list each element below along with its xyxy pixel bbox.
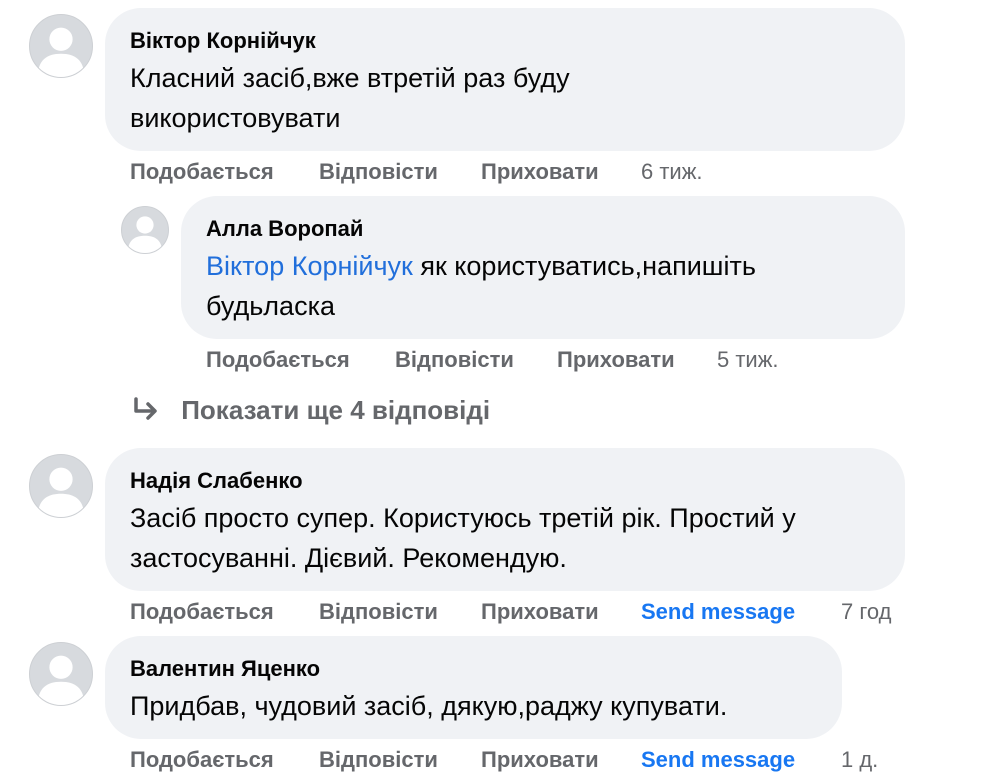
avatar[interactable] [121,206,169,254]
comment-text: Віктор Корнійчук як користуватись,напиші… [206,246,876,326]
send-message-button[interactable]: Send message [641,747,795,773]
comment-author[interactable]: Алла Воропай [206,216,363,242]
comment-timestamp[interactable]: 7 год [841,599,891,625]
like-button[interactable]: Подобається [206,347,350,373]
like-button[interactable]: Подобається [130,747,274,773]
comment-author[interactable]: Валентин Яценко [130,656,320,682]
hide-button[interactable]: Приховати [481,599,599,625]
default-profile-silhouette-icon [37,467,85,517]
reply-arrow-icon [132,395,167,425]
comment-actions: Подобається Відповісти Приховати 5 тиж. [206,347,856,373]
comment-text: Придбав, чудовий засіб, дякую,раджу купу… [130,691,728,721]
reply-button[interactable]: Відповісти [395,347,514,373]
comment-timestamp[interactable]: 1 д. [841,747,878,773]
mention-link[interactable]: Віктор Корнійчук [206,251,413,281]
comment-text: Засіб просто супер. Користуюсь третій рі… [130,503,796,573]
default-profile-silhouette-icon [37,27,85,77]
comment-author[interactable]: Надія Слабенко [130,468,303,494]
hide-button[interactable]: Приховати [481,747,599,773]
show-more-replies-label: Показати ще 4 відповіді [181,395,491,425]
comment-timestamp[interactable]: 5 тиж. [717,347,779,373]
show-more-replies-link[interactable]: Показати ще 4 відповіді [132,395,490,426]
comment-actions: Подобається Відповісти Приховати Send me… [130,747,930,773]
default-profile-silhouette-icon [37,655,85,705]
comment-timestamp[interactable]: 6 тиж. [641,159,703,185]
comment-actions: Подобається Відповісти Приховати Send me… [130,599,930,625]
default-profile-silhouette-icon [127,216,163,253]
reply-button[interactable]: Відповісти [319,159,438,185]
avatar[interactable] [29,642,93,706]
comment-author[interactable]: Віктор Корнійчук [130,28,316,54]
send-message-button[interactable]: Send message [641,599,795,625]
comment-actions: Подобається Відповісти Приховати 6 тиж. [130,159,830,185]
reply-button[interactable]: Відповісти [319,747,438,773]
like-button[interactable]: Подобається [130,599,274,625]
comment-text: Класний засіб,вже втретій раз буду викор… [130,63,570,133]
avatar[interactable] [29,454,93,518]
like-button[interactable]: Подобається [130,159,274,185]
hide-button[interactable]: Приховати [557,347,675,373]
hide-button[interactable]: Приховати [481,159,599,185]
reply-button[interactable]: Відповісти [319,599,438,625]
avatar[interactable] [29,14,93,78]
